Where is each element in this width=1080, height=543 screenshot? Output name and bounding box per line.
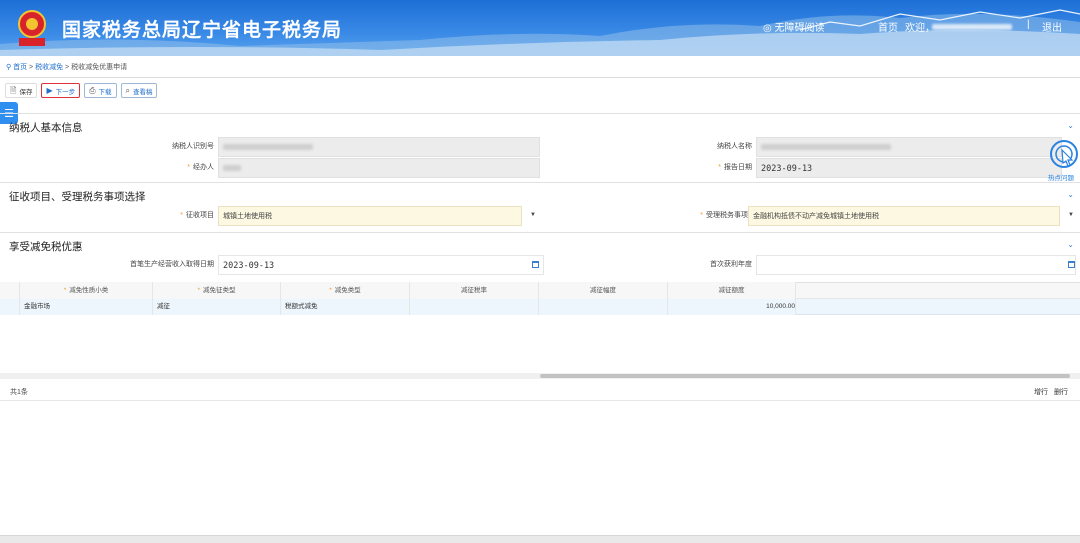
username: [932, 22, 1012, 33]
taxpayer-name-label: 纳税人名称: [717, 143, 752, 150]
bottom-scrollbar[interactable]: [0, 535, 1080, 543]
row-number-cell: [0, 299, 20, 315]
section-title: 征收项目、受理税务事项选择: [9, 191, 146, 203]
tax-matter-label: * 受理税务事项: [700, 212, 748, 219]
save-icon: 🗎: [10, 85, 17, 95]
dropdown-caret-icon[interactable]: ▼: [530, 212, 536, 218]
taxpayer-id-label: 纳税人识别号: [172, 143, 214, 150]
add-row-button[interactable]: 增行: [1034, 389, 1048, 396]
first-income-date-input[interactable]: 2023-09-13: [218, 255, 544, 275]
first-profit-year-label: 首次获利年度: [710, 261, 752, 268]
calendar-icon[interactable]: [532, 261, 539, 268]
delete-row-button[interactable]: 删行: [1054, 389, 1068, 396]
report-date-field: 2023-09-13: [756, 158, 1062, 178]
save-button[interactable]: 🗎 保存: [5, 83, 38, 98]
toolbar: 🗎 保存 ▶ 下一步 ⎙ 下载 ⌕ 查看稿: [5, 83, 158, 98]
chevron-down-icon[interactable]: ⌄: [1067, 240, 1074, 249]
record-count: 共1条: [10, 389, 28, 396]
download-button[interactable]: ⎙ 下载: [84, 83, 117, 98]
table-cell[interactable]: 减征: [153, 299, 281, 315]
taxpayer-name-field: [756, 137, 1062, 157]
collection-item-label: * 征收项目: [180, 212, 214, 219]
divider: [0, 400, 1080, 401]
breadcrumb: ⚲ 首页 > 税收减免 > 税收减免优惠申请: [6, 64, 128, 71]
section-basic-header[interactable]: 纳税人基本信息 ⌄: [0, 113, 1080, 135]
printer-icon: ⎙: [89, 85, 96, 95]
collection-item-select[interactable]: 城镇土地使用税: [218, 206, 522, 226]
next-step-button[interactable]: ▶ 下一步: [41, 83, 81, 98]
tax-emblem-icon: [18, 10, 46, 46]
search-icon: ⌕: [125, 85, 130, 95]
eye-icon: ◎: [763, 23, 775, 34]
calendar-icon[interactable]: [1068, 261, 1075, 268]
table-cell[interactable]: [539, 299, 668, 315]
logout-link[interactable]: 退出: [1042, 19, 1062, 34]
accessibility-link[interactable]: ◎ 无障碍阅读: [763, 19, 825, 34]
table-cell[interactable]: [410, 299, 539, 315]
table-cell[interactable]: 金融市场: [20, 299, 153, 315]
top-banner: 国家税务总局辽宁省电子税务局 ◎ 无障碍阅读 首页 欢迎， | 退出: [0, 0, 1080, 56]
row-number-header: [0, 282, 20, 299]
tax-matter-select[interactable]: 金融机构抵债不动产减免城镇土地使用税: [748, 206, 1060, 226]
breadcrumb-current: 税收减免优惠申请: [71, 64, 128, 71]
header-separator: |: [1027, 19, 1030, 30]
breadcrumb-section[interactable]: 税收减免: [35, 64, 63, 71]
column-header: * 减免征类型: [153, 282, 281, 299]
handler-label: * 经办人: [187, 164, 214, 171]
table-cell[interactable]: 10,000.00: [668, 299, 796, 315]
first-profit-year-input[interactable]: [756, 255, 1076, 275]
section-title: 享受减免税优惠: [9, 241, 83, 253]
scrollbar-thumb[interactable]: [540, 374, 1070, 378]
location-pin-icon: ⚲: [6, 64, 12, 71]
taxpayer-id-field: [218, 137, 540, 157]
handler-field: [218, 158, 540, 178]
welcome-text: 欢迎，: [905, 23, 935, 34]
chevron-down-icon[interactable]: ⌄: [1067, 121, 1074, 130]
column-header: 减征幅度: [539, 282, 668, 299]
hot-questions-label[interactable]: 热点问题: [1048, 172, 1074, 182]
site-title: 国家税务总局辽宁省电子税务局: [62, 19, 343, 41]
section-title: 纳税人基本信息: [9, 122, 83, 134]
section-collection-header[interactable]: 征收项目、受理税务事项选择 ⌄: [0, 182, 1080, 204]
divider: [0, 77, 1080, 78]
section-relief-header[interactable]: 享受减免税优惠 ⌄: [0, 232, 1080, 254]
play-icon: ▶: [46, 85, 53, 95]
column-header: * 减免性质小类: [20, 282, 153, 299]
column-header: 减征税率: [410, 282, 539, 299]
report-date-label: * 报告日期: [718, 164, 752, 171]
hot-questions-icon[interactable]: [1046, 138, 1078, 170]
breadcrumb-home[interactable]: 首页: [13, 64, 27, 71]
first-income-date-label: 首笔生产经营收入取得日期: [130, 261, 214, 268]
row-actions: 增行 删行: [1034, 387, 1068, 397]
column-header: * 减免类型: [281, 282, 410, 299]
table-cell[interactable]: 税额式减免: [281, 299, 410, 315]
column-header: 减征额度: [668, 282, 796, 299]
home-link[interactable]: 首页: [878, 19, 898, 34]
review-button[interactable]: ⌕ 查看稿: [120, 83, 158, 98]
dropdown-caret-icon[interactable]: ▼: [1068, 212, 1074, 218]
chevron-down-icon[interactable]: ⌄: [1067, 190, 1074, 199]
